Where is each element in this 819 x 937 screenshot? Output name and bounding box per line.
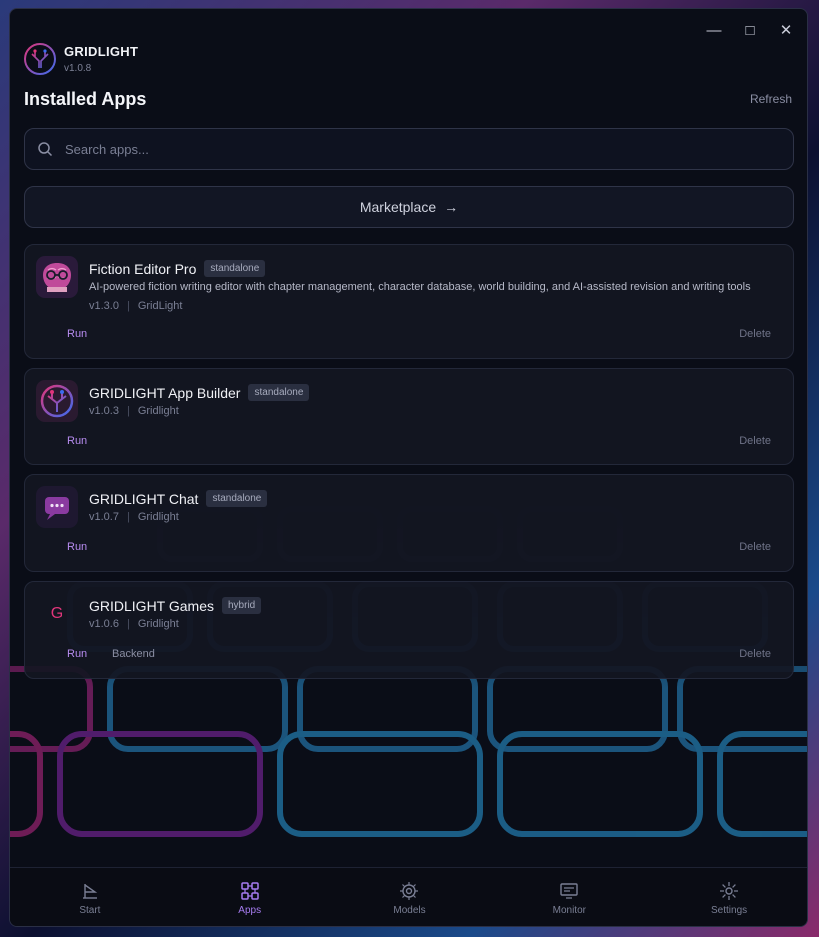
- maximize-icon[interactable]: □: [735, 17, 765, 43]
- app-window: — □ ✕ GRIDLIGHT v1.0.8 Installed Apps Re…: [9, 8, 808, 927]
- delete-button[interactable]: Delete: [739, 328, 771, 340]
- app-meta: v1.0.7 | Gridlight: [89, 511, 179, 523]
- nav-apps-label: Apps: [238, 905, 262, 916]
- backend-button[interactable]: Backend: [112, 648, 155, 660]
- search-input[interactable]: [63, 140, 793, 158]
- app-name: GRIDLIGHT Chat: [89, 490, 199, 507]
- app-version: v1.3.0: [89, 300, 119, 312]
- nav-settings-label: Settings: [711, 905, 748, 916]
- monitor-icon: [560, 883, 578, 899]
- app-author: Gridlight: [137, 618, 179, 630]
- gridlight-logo: [23, 42, 57, 76]
- bottom-nav: Start Apps Models Monitor Settings: [10, 867, 807, 926]
- nav-apps[interactable]: Apps: [170, 868, 330, 926]
- delete-button[interactable]: Delete: [739, 541, 771, 553]
- apps-icon: [240, 882, 259, 900]
- app-meta: v1.0.6 | Gridlight: [89, 618, 179, 630]
- settings-icon: [720, 882, 739, 900]
- refresh-button[interactable]: Refresh: [750, 92, 792, 106]
- nav-models[interactable]: Models: [330, 868, 490, 926]
- app-brand: GRIDLIGHT: [64, 44, 139, 59]
- run-button[interactable]: Run: [67, 435, 87, 447]
- nav-models-label: Models: [393, 905, 426, 916]
- app-card: GRIDLIGHT Chat standalone v1.0.7 | Gridlig…: [24, 474, 794, 572]
- app-type-badge: standalone: [206, 490, 268, 507]
- app-card: Fiction Editor Pro standalone AI-powered…: [24, 244, 794, 359]
- search-icon: [38, 142, 53, 157]
- close-icon[interactable]: ✕: [771, 17, 801, 43]
- letter-g-icon: G: [50, 605, 64, 622]
- app-name-row: GRIDLIGHT App Builder standalone: [89, 384, 310, 401]
- app-type-badge: hybrid: [222, 597, 262, 614]
- run-button[interactable]: Run: [67, 648, 87, 660]
- app-meta: v1.3.0 | GridLight: [89, 300, 183, 312]
- nav-settings[interactable]: Settings: [649, 868, 807, 926]
- app-meta: v1.0.3 | Gridlight: [89, 405, 179, 417]
- app-card: GRIDLIGHT App Builder standalone v1.0.3 |…: [24, 368, 794, 465]
- app-version: v1.0.3: [89, 405, 119, 417]
- app-type-badge: standalone: [248, 384, 310, 401]
- minimize-icon[interactable]: —: [699, 17, 729, 43]
- chat-bubble-icon: [36, 486, 78, 528]
- app-author: Gridlight: [137, 405, 179, 417]
- app-card: G GRIDLIGHT Games hybrid v1.0.6 | Gridligh…: [24, 581, 794, 679]
- nav-monitor[interactable]: Monitor: [489, 868, 649, 926]
- app-version: v1.0.8: [64, 63, 92, 74]
- run-button[interactable]: Run: [67, 328, 87, 340]
- app-description: AI-powered fiction writing editor with c…: [89, 281, 751, 293]
- marketplace-button[interactable]: Marketplace →: [24, 186, 794, 228]
- gridlight-builder-icon: [36, 380, 78, 422]
- app-name-row: GRIDLIGHT Games hybrid: [89, 597, 262, 614]
- nav-start-label: Start: [79, 905, 101, 916]
- app-name: Fiction Editor Pro: [89, 260, 197, 277]
- brain-glasses-icon: [36, 256, 78, 298]
- app-author: GridLight: [137, 300, 183, 312]
- page-title: Installed Apps: [24, 89, 147, 109]
- window-controls: — □ ✕: [699, 17, 801, 43]
- app-name: GRIDLIGHT Games: [89, 597, 214, 614]
- nav-monitor-label: Monitor: [552, 905, 586, 916]
- app-name-row: GRIDLIGHT Chat standalone: [89, 490, 268, 507]
- app-name-row: Fiction Editor Pro standalone: [89, 260, 266, 277]
- delete-button[interactable]: Delete: [739, 435, 771, 447]
- models-icon: [400, 882, 419, 900]
- app-version: v1.0.6: [89, 618, 119, 630]
- start-icon: [82, 884, 98, 899]
- app-type-badge: standalone: [204, 260, 266, 277]
- run-button[interactable]: Run: [67, 541, 87, 553]
- arrow-right-icon: →: [444, 199, 459, 215]
- app-author: Gridlight: [137, 511, 179, 523]
- marketplace-label: Marketplace: [359, 199, 437, 215]
- delete-button[interactable]: Delete: [739, 648, 771, 660]
- nav-start[interactable]: Start: [10, 868, 170, 926]
- search-box[interactable]: [24, 128, 794, 170]
- app-name: GRIDLIGHT App Builder: [89, 384, 241, 401]
- app-version: v1.0.7: [89, 511, 119, 523]
